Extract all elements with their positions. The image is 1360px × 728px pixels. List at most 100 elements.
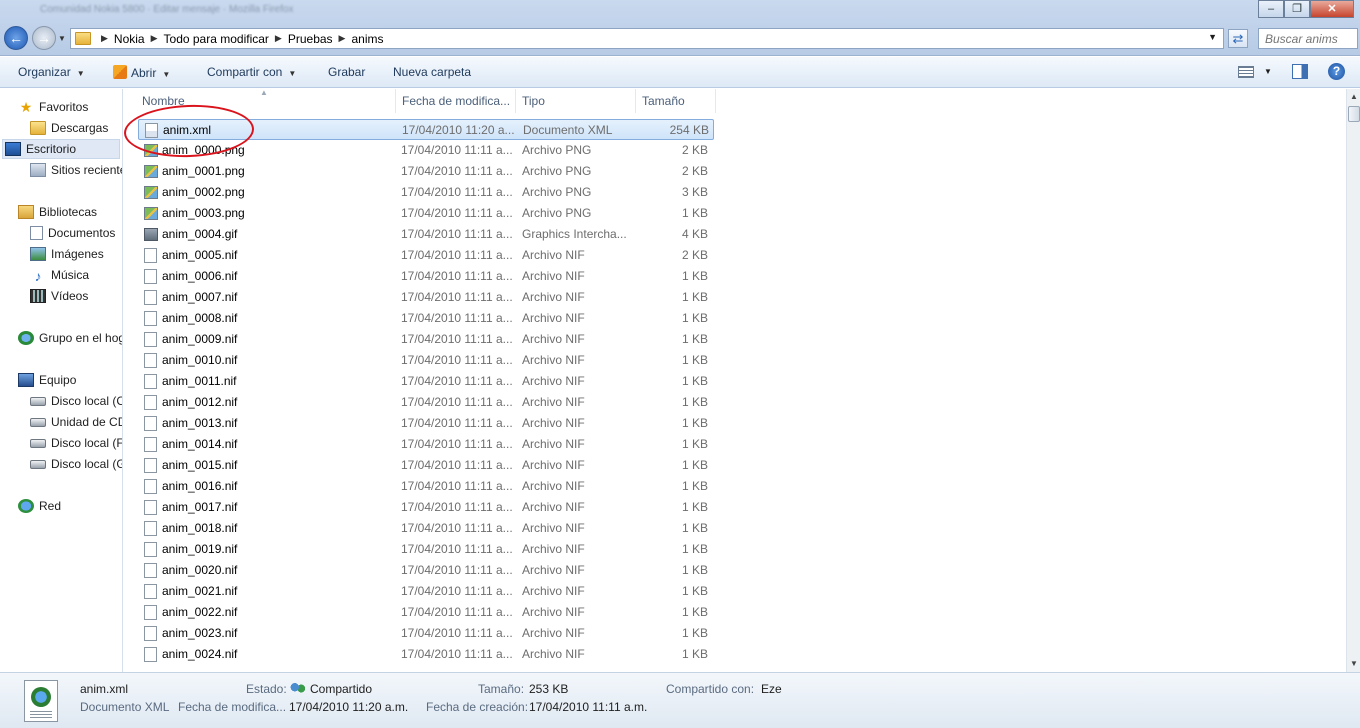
file-row[interactable]: anim_0014.nif 17/04/2010 11:11 a... Archiv… bbox=[138, 434, 714, 455]
breadcrumb-todo-para-modificar[interactable]: Todo para modificar bbox=[164, 32, 269, 46]
file-date: 17/04/2010 11:11 a... bbox=[401, 164, 513, 178]
file-row[interactable]: anim_0013.nif 17/04/2010 11:11 a... Archiv… bbox=[138, 413, 714, 434]
file-name: anim_0024.nif bbox=[162, 647, 238, 661]
breadcrumb-pruebas[interactable]: Pruebas bbox=[288, 32, 333, 46]
file-row[interactable]: anim_0015.nif 17/04/2010 11:11 a... Archiv… bbox=[138, 455, 714, 476]
nav-desktop[interactable]: Escritorio bbox=[2, 139, 120, 159]
address-dropdown-icon[interactable]: ▼ bbox=[1208, 32, 1217, 42]
nav-drive-g[interactable]: Disco local (G bbox=[30, 454, 122, 474]
nav-recent-places[interactable]: Sitios reciente bbox=[30, 160, 122, 180]
nav-videos[interactable]: Vídeos bbox=[30, 286, 88, 306]
nav-label: Disco local (C bbox=[51, 394, 123, 408]
file-row[interactable]: anim_0008.nif 17/04/2010 11:11 a... Archiv… bbox=[138, 308, 714, 329]
chevron-down-icon: ▼ bbox=[76, 69, 85, 78]
file-type: Archivo NIF bbox=[522, 521, 585, 535]
file-row[interactable]: anim_0023.nif 17/04/2010 11:11 a... Archiv… bbox=[138, 623, 714, 644]
share-button[interactable]: Compartir con ▼ bbox=[207, 65, 296, 79]
column-header-size[interactable]: Tamaño bbox=[636, 89, 716, 113]
file-row[interactable]: anim_0019.nif 17/04/2010 11:11 a... Archiv… bbox=[138, 539, 714, 560]
close-button[interactable]: ✕ bbox=[1310, 0, 1354, 18]
file-type: Archivo PNG bbox=[522, 143, 592, 157]
recent-pages-dropdown-icon[interactable]: ▼ bbox=[58, 34, 66, 43]
file-row[interactable]: anim_0021.nif 17/04/2010 11:11 a... Archiv… bbox=[138, 581, 714, 602]
file-name: anim_0008.nif bbox=[162, 311, 238, 325]
chevron-down-icon[interactable]: ▼ bbox=[1264, 67, 1272, 76]
file-date: 17/04/2010 11:11 a... bbox=[401, 416, 513, 430]
new-folder-button[interactable]: Nueva carpeta bbox=[393, 65, 471, 79]
file-row[interactable]: anim_0006.nif 17/04/2010 11:11 a... Archiv… bbox=[138, 266, 714, 287]
scroll-down-icon[interactable]: ▼ bbox=[1347, 656, 1360, 672]
column-label: Fecha de modifica... bbox=[402, 94, 511, 108]
file-row[interactable]: anim_0010.nif 17/04/2010 11:11 a... Archiv… bbox=[138, 350, 714, 371]
nav-label: Escritorio bbox=[26, 142, 77, 156]
chevron-right-icon[interactable]: ▶ bbox=[275, 33, 282, 44]
nav-network[interactable]: Red bbox=[18, 496, 61, 516]
file-row[interactable]: anim_0024.nif 17/04/2010 11:11 a... Archiv… bbox=[138, 644, 714, 665]
burn-button[interactable]: Grabar bbox=[328, 65, 365, 79]
file-row[interactable]: anim_0003.png 17/04/2010 11:11 a... Archiv… bbox=[138, 203, 714, 224]
file-date: 17/04/2010 11:11 a... bbox=[401, 437, 513, 451]
file-row[interactable]: anim_0001.png 17/04/2010 11:11 a... Archiv… bbox=[138, 161, 714, 182]
file-row[interactable]: anim_0005.nif 17/04/2010 11:11 a... Archiv… bbox=[138, 245, 714, 266]
vertical-scrollbar[interactable]: ▲ ▼ bbox=[1346, 89, 1360, 672]
address-bar[interactable]: ▶ Nokia ▶ Todo para modificar ▶ Pruebas … bbox=[70, 28, 1224, 49]
nav-drive-cd[interactable]: Unidad de CD bbox=[30, 412, 123, 432]
nav-label: Unidad de CD bbox=[51, 415, 123, 429]
file-size: 2 KB bbox=[681, 248, 708, 262]
file-row[interactable]: anim_0022.nif 17/04/2010 11:11 a... Archiv… bbox=[138, 602, 714, 623]
file-row[interactable]: anim_0011.nif 17/04/2010 11:11 a... Archiv… bbox=[138, 371, 714, 392]
nav-computer[interactable]: Equipo bbox=[18, 370, 76, 390]
search-box[interactable] bbox=[1258, 28, 1358, 49]
nav-libraries[interactable]: Bibliotecas bbox=[18, 202, 97, 222]
details-state-label: Estado: bbox=[246, 682, 287, 696]
refresh-button[interactable]: ⇄ bbox=[1228, 29, 1248, 48]
file-row[interactable]: anim_0018.nif 17/04/2010 11:11 a... Archiv… bbox=[138, 518, 714, 539]
file-row[interactable]: anim_0012.nif 17/04/2010 11:11 a... Archiv… bbox=[138, 392, 714, 413]
nav-homegroup[interactable]: Grupo en el hog bbox=[18, 328, 122, 348]
column-header-type[interactable]: Tipo bbox=[516, 89, 636, 113]
nif-file-icon bbox=[144, 563, 157, 578]
scrollbar-thumb[interactable] bbox=[1348, 106, 1360, 122]
file-date: 17/04/2010 11:11 a... bbox=[401, 332, 513, 346]
nav-downloads[interactable]: Descargas bbox=[30, 118, 108, 138]
change-view-icon[interactable] bbox=[1238, 66, 1254, 78]
breadcrumb-nokia[interactable]: Nokia bbox=[114, 32, 145, 46]
file-row[interactable]: anim_0002.png 17/04/2010 11:11 a... Archiv… bbox=[138, 182, 714, 203]
file-row[interactable]: anim_0020.nif 17/04/2010 11:11 a... Archiv… bbox=[138, 560, 714, 581]
help-icon[interactable]: ? bbox=[1328, 63, 1345, 80]
nav-images[interactable]: Imágenes bbox=[30, 244, 104, 264]
search-input[interactable] bbox=[1259, 29, 1357, 48]
maximize-button[interactable]: ❐ bbox=[1284, 0, 1310, 18]
minimize-button[interactable]: – bbox=[1258, 0, 1284, 18]
chevron-right-icon[interactable]: ▶ bbox=[101, 33, 108, 44]
nav-music[interactable]: ♪ Música bbox=[30, 265, 90, 285]
forward-button[interactable]: → bbox=[32, 26, 56, 50]
column-header-date[interactable]: Fecha de modifica... bbox=[396, 89, 516, 113]
nif-file-icon bbox=[144, 542, 157, 557]
file-row[interactable]: anim_0017.nif 17/04/2010 11:11 a... Archiv… bbox=[138, 497, 714, 518]
nav-favorites[interactable]: ★ Favoritos bbox=[18, 97, 89, 117]
file-type: Archivo NIF bbox=[522, 437, 585, 451]
nav-drive-c[interactable]: Disco local (C bbox=[30, 391, 123, 411]
nav-label: Documentos bbox=[48, 226, 116, 240]
nav-documents[interactable]: Documentos bbox=[30, 223, 115, 243]
file-size: 1 KB bbox=[681, 647, 708, 661]
chevron-right-icon[interactable]: ▶ bbox=[151, 33, 158, 44]
file-name: anim_0009.nif bbox=[162, 332, 238, 346]
file-row[interactable]: anim_0004.gif 17/04/2010 11:11 a... Graphi… bbox=[138, 224, 714, 245]
preview-pane-icon[interactable] bbox=[1292, 64, 1308, 79]
file-row[interactable]: anim_0016.nif 17/04/2010 11:11 a... Archiv… bbox=[138, 476, 714, 497]
desktop-icon bbox=[5, 142, 21, 156]
file-type: Archivo NIF bbox=[522, 605, 585, 619]
open-button[interactable]: Abrir ▼ bbox=[113, 65, 170, 80]
scroll-up-icon[interactable]: ▲ bbox=[1347, 89, 1360, 105]
file-size: 1 KB bbox=[681, 479, 708, 493]
breadcrumb-anims[interactable]: anims bbox=[351, 32, 383, 46]
computer-icon bbox=[18, 373, 34, 387]
organize-button[interactable]: Organizar ▼ bbox=[18, 65, 85, 79]
back-button[interactable]: ← bbox=[4, 26, 28, 50]
chevron-right-icon[interactable]: ▶ bbox=[339, 33, 346, 44]
file-row[interactable]: anim_0007.nif 17/04/2010 11:11 a... Archiv… bbox=[138, 287, 714, 308]
nav-drive-f[interactable]: Disco local (F bbox=[30, 433, 122, 453]
file-row[interactable]: anim_0009.nif 17/04/2010 11:11 a... Archiv… bbox=[138, 329, 714, 350]
